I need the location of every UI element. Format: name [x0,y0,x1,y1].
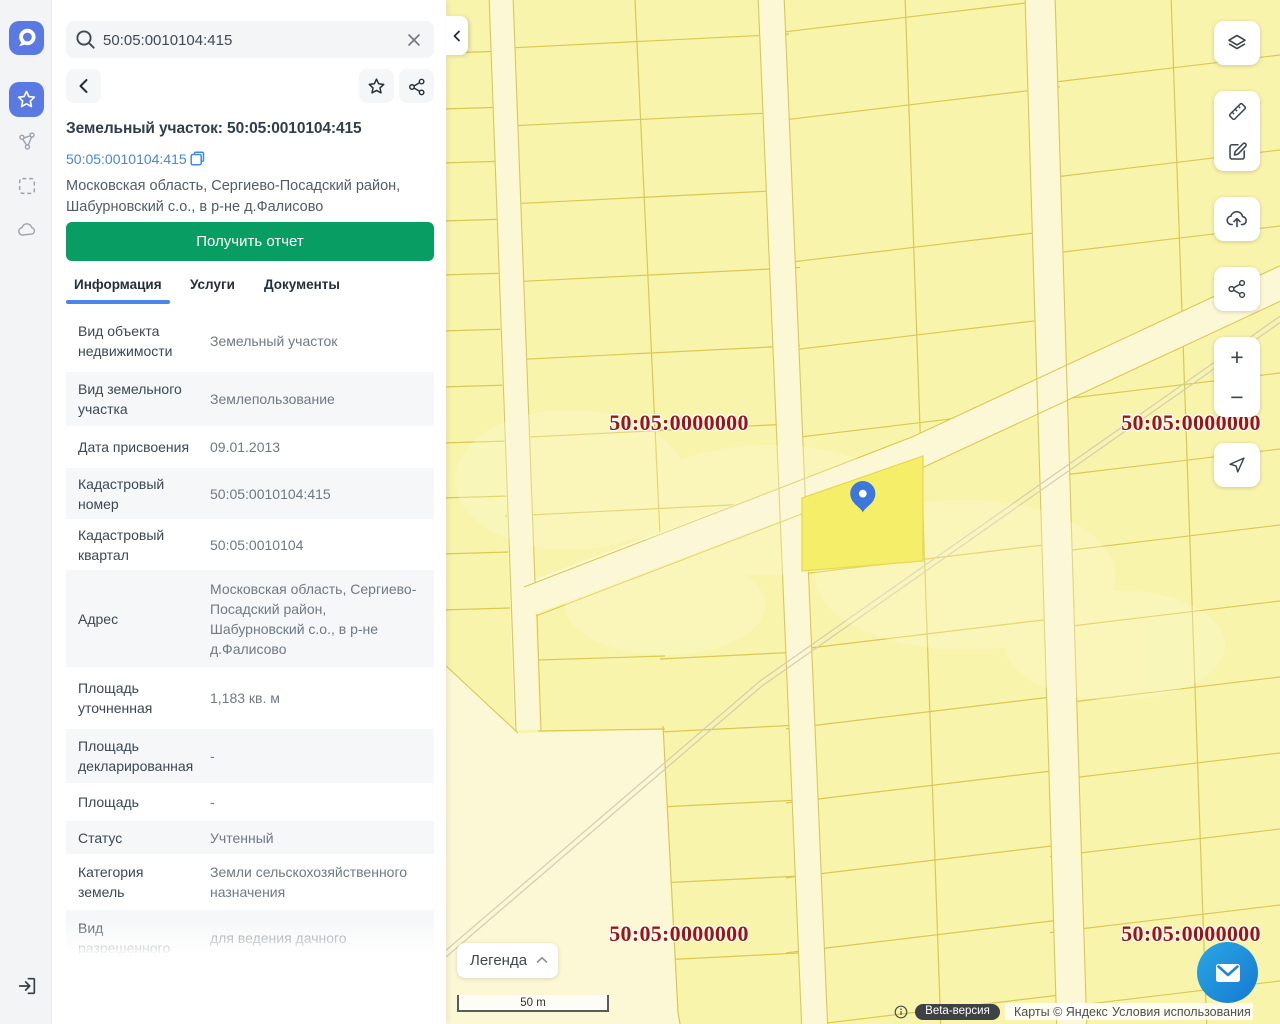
svg-text:50:05:0000000: 50:05:0000000 [609,921,749,946]
svg-text:50:05:0000000: 50:05:0000000 [609,410,749,435]
svg-text:50:05:0000000: 50:05:0000000 [1121,921,1261,946]
